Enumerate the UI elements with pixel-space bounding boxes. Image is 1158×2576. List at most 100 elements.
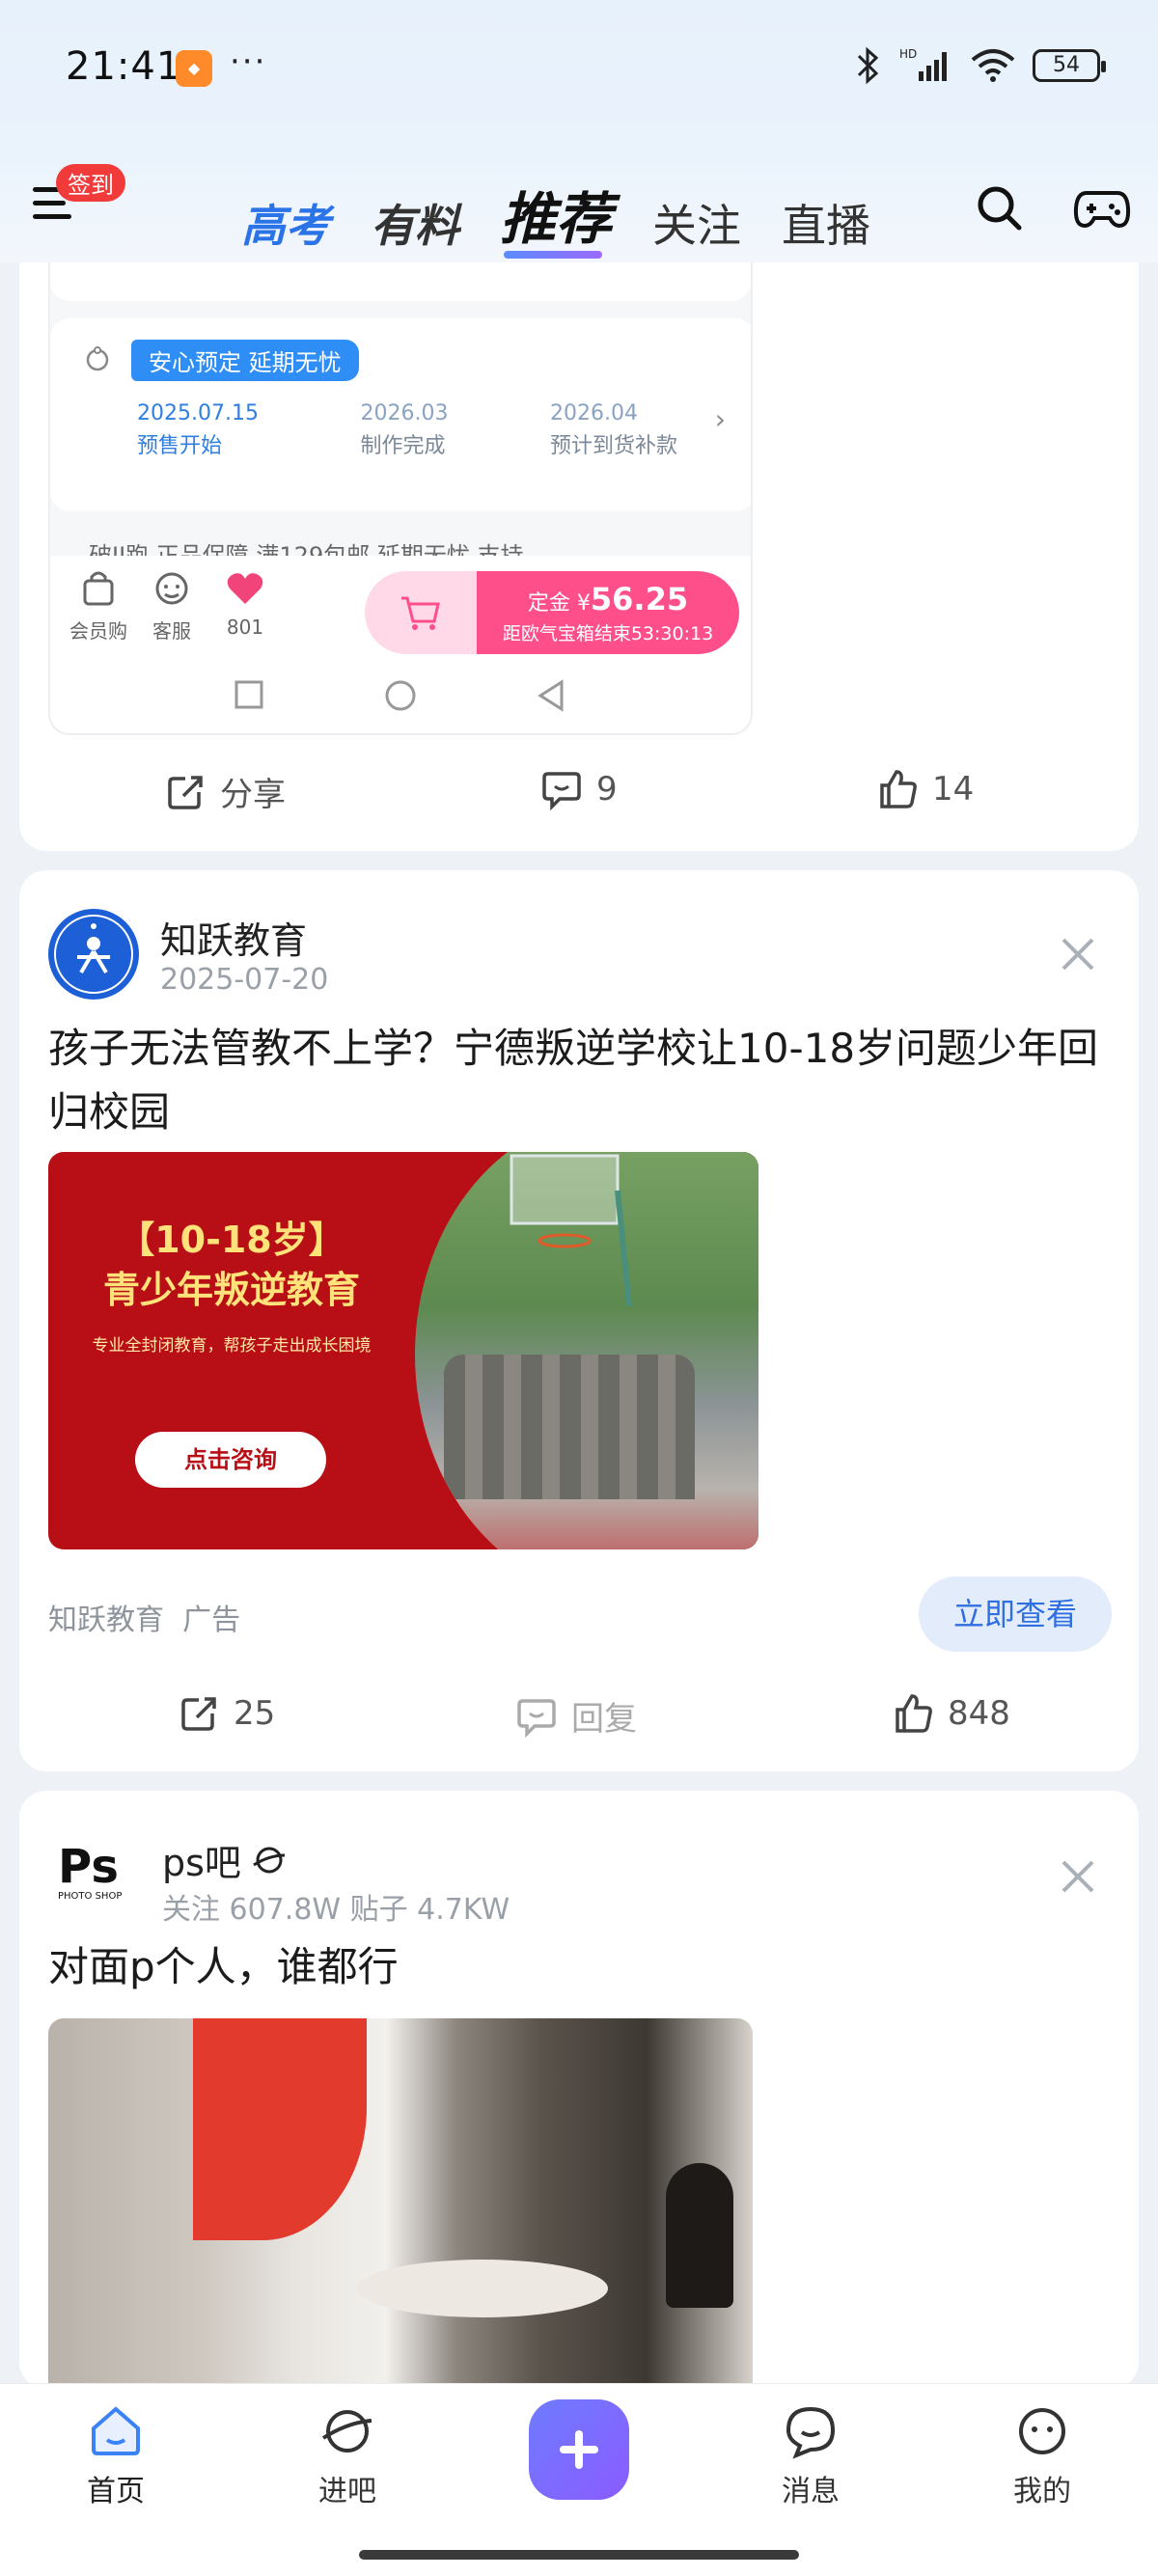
status-time: 21:41 <box>66 44 182 89</box>
cart-icon <box>401 596 440 630</box>
message-icon <box>786 2406 836 2459</box>
customer-service-item: 客服 <box>133 567 210 644</box>
battery-indicator: 54 <box>1033 49 1106 82</box>
presale-steps: 2025.07.15 预售开始 2026.03 制作完成 2026.04 预计到… <box>137 397 677 463</box>
top-bar: 21:41 ◆ ··· HD 54 签到 高考 有料 推荐 关注 直播 <box>0 0 1158 262</box>
app-notification-icon: ◆ <box>176 50 212 87</box>
students-group <box>444 1355 695 1499</box>
home-indicator[interactable] <box>359 2550 799 2560</box>
system-icons: HD 54 <box>851 46 1106 85</box>
red-wall-art <box>193 2018 367 2240</box>
restaurant-photo <box>48 2018 753 2389</box>
nav-profile[interactable]: 我的 <box>984 2401 1100 2509</box>
view-now-button[interactable]: 立即查看 <box>919 1576 1112 1652</box>
deposit-button: 定金 ¥56.25 距欧气宝箱结束53:30:13 <box>477 571 739 654</box>
post-date: 2025-07-20 <box>160 963 329 997</box>
presale-badge: 安心预定 延期无忧 <box>131 340 359 381</box>
tab-gaokao[interactable]: 高考 <box>241 191 330 255</box>
post-card-forum[interactable]: Ps PHOTO SHOP ps吧 关注 607.8W 贴子 4.7KW 对面p… <box>19 1791 1139 2389</box>
back-nav-icon <box>538 679 564 712</box>
ad-image[interactable]: 【10-18岁】 青少年叛逆教育 专业全封闭教育，帮孩子走出成长困境 点击咨询 <box>48 1152 758 1549</box>
close-icon[interactable] <box>1060 936 1096 973</box>
ad-headline-age: 【10-18岁】 <box>118 1219 345 1261</box>
ad-source: 知跃教育 <box>48 1603 164 1637</box>
face-icon <box>1019 2408 1065 2454</box>
embedded-screenshot: 安心预定 延期无忧 2025.07.15 预售开始 2026.03 制作完成 2… <box>48 222 753 735</box>
status-bar: 21:41 ◆ ··· HD 54 <box>0 0 1158 135</box>
nav-messages[interactable]: 消息 <box>753 2401 868 2509</box>
ad-photo <box>415 1152 758 1549</box>
thumbs-up-icon <box>896 1694 932 1733</box>
presale-icon <box>86 346 109 371</box>
post-actions: 25 回复 848 <box>19 1692 1139 1750</box>
forum-logo[interactable]: Ps PHOTO SHOP <box>58 1843 127 1912</box>
share-icon <box>168 775 203 809</box>
author-avatar[interactable] <box>48 909 139 1000</box>
post-title[interactable]: 孩子无法管教不上学？宁德叛逆学校让10-18岁问题少年回归校园 <box>48 1017 1119 1144</box>
post-title[interactable]: 对面p个人，谁都行 <box>48 1935 1119 1999</box>
nav-forums[interactable]: 进吧 <box>290 2401 405 2509</box>
bottom-nav: 首页 进吧 消息 我的 <box>0 2383 1158 2576</box>
presale-step: 2026.04 预计到货补款 <box>549 401 677 458</box>
ad-source-row: 知跃教育 广告 <box>48 1596 240 1638</box>
comment-button[interactable]: 9 <box>540 768 618 810</box>
favorite-item: 801 <box>207 567 284 639</box>
author-name[interactable]: 知跃教育 <box>160 911 307 964</box>
ad-label: 广告 <box>182 1603 241 1637</box>
checkin-badge[interactable]: 签到 <box>56 164 125 202</box>
edu-logo-icon <box>54 915 133 994</box>
planet-icon <box>253 1847 285 1873</box>
feed-tabs: 高考 有料 推荐 关注 直播 <box>241 174 870 259</box>
square-nav-icon <box>234 680 263 709</box>
ad-subline: 专业全封闭教育，帮孩子走出成长困境 <box>92 1336 372 1356</box>
post-actions: 分享 9 14 <box>19 768 1139 826</box>
reply-button[interactable]: 回复 <box>515 1692 637 1740</box>
table-shape <box>357 2260 608 2317</box>
share-button[interactable]: 分享 <box>164 768 286 815</box>
wifi-icon <box>971 49 1015 82</box>
basketball-hoop-icon <box>510 1154 632 1306</box>
thumbs-up-icon <box>880 770 917 808</box>
nav-home[interactable]: 首页 <box>58 2401 174 2509</box>
post-plus-button[interactable] <box>529 2399 629 2500</box>
home-icon <box>92 2406 140 2455</box>
post-photo[interactable] <box>48 2018 753 2389</box>
tab-recommend[interactable]: 推荐 <box>500 174 612 259</box>
forum-stats: 关注 607.8W 贴子 4.7KW <box>162 1893 510 1927</box>
chevron-right-icon: › <box>714 403 726 435</box>
ad-consult-button[interactable]: 点击咨询 <box>135 1432 326 1488</box>
circle-nav-icon <box>385 680 416 711</box>
signal-icon: HD <box>899 47 947 81</box>
ad-headline-main: 青少年叛逆教育 <box>102 1269 360 1311</box>
comment-icon <box>542 772 581 810</box>
header-nav: 签到 高考 有料 推荐 关注 直播 <box>0 154 1158 260</box>
search-icon[interactable] <box>975 183 1025 233</box>
svg-text:HD: HD <box>899 47 917 61</box>
gamepad-icon[interactable] <box>1073 185 1131 233</box>
forum-name: ps吧 <box>162 1842 241 1884</box>
close-icon[interactable] <box>1060 1858 1096 1895</box>
shopping-bag-icon <box>83 571 114 606</box>
share-icon <box>181 1697 216 1731</box>
planet-icon <box>321 2410 372 2453</box>
bluetooth-icon <box>857 46 879 85</box>
service-icon <box>155 572 188 605</box>
tab-live[interactable]: 直播 <box>782 191 870 255</box>
like-button[interactable]: 848 <box>892 1692 1010 1735</box>
add-to-cart-button <box>365 571 477 654</box>
post-card-ad[interactable]: 知跃教育 2025-07-20 孩子无法管教不上学？宁德叛逆学校让10-18岁问… <box>19 870 1139 1771</box>
person-silhouette <box>666 2163 733 2308</box>
share-button[interactable]: 25 <box>178 1692 275 1735</box>
heart-icon <box>227 573 263 604</box>
tab-follow[interactable]: 关注 <box>652 191 741 255</box>
post-card-product[interactable]: 安心预定 延期无忧 2025.07.15 预售开始 2026.03 制作完成 2… <box>19 222 1139 851</box>
tab-youliao[interactable]: 有料 <box>371 191 459 255</box>
embed-system-nav <box>50 658 751 733</box>
comment-icon <box>517 1698 556 1738</box>
like-button[interactable]: 14 <box>876 768 974 810</box>
presale-step: 2025.07.15 预售开始 <box>137 401 259 458</box>
more-notifications-icon: ··· <box>230 42 267 81</box>
member-buy-item: 会员购 <box>60 567 137 644</box>
forum-name-row[interactable]: ps吧 <box>162 1833 288 1886</box>
presale-step: 2026.03 制作完成 <box>360 401 449 458</box>
